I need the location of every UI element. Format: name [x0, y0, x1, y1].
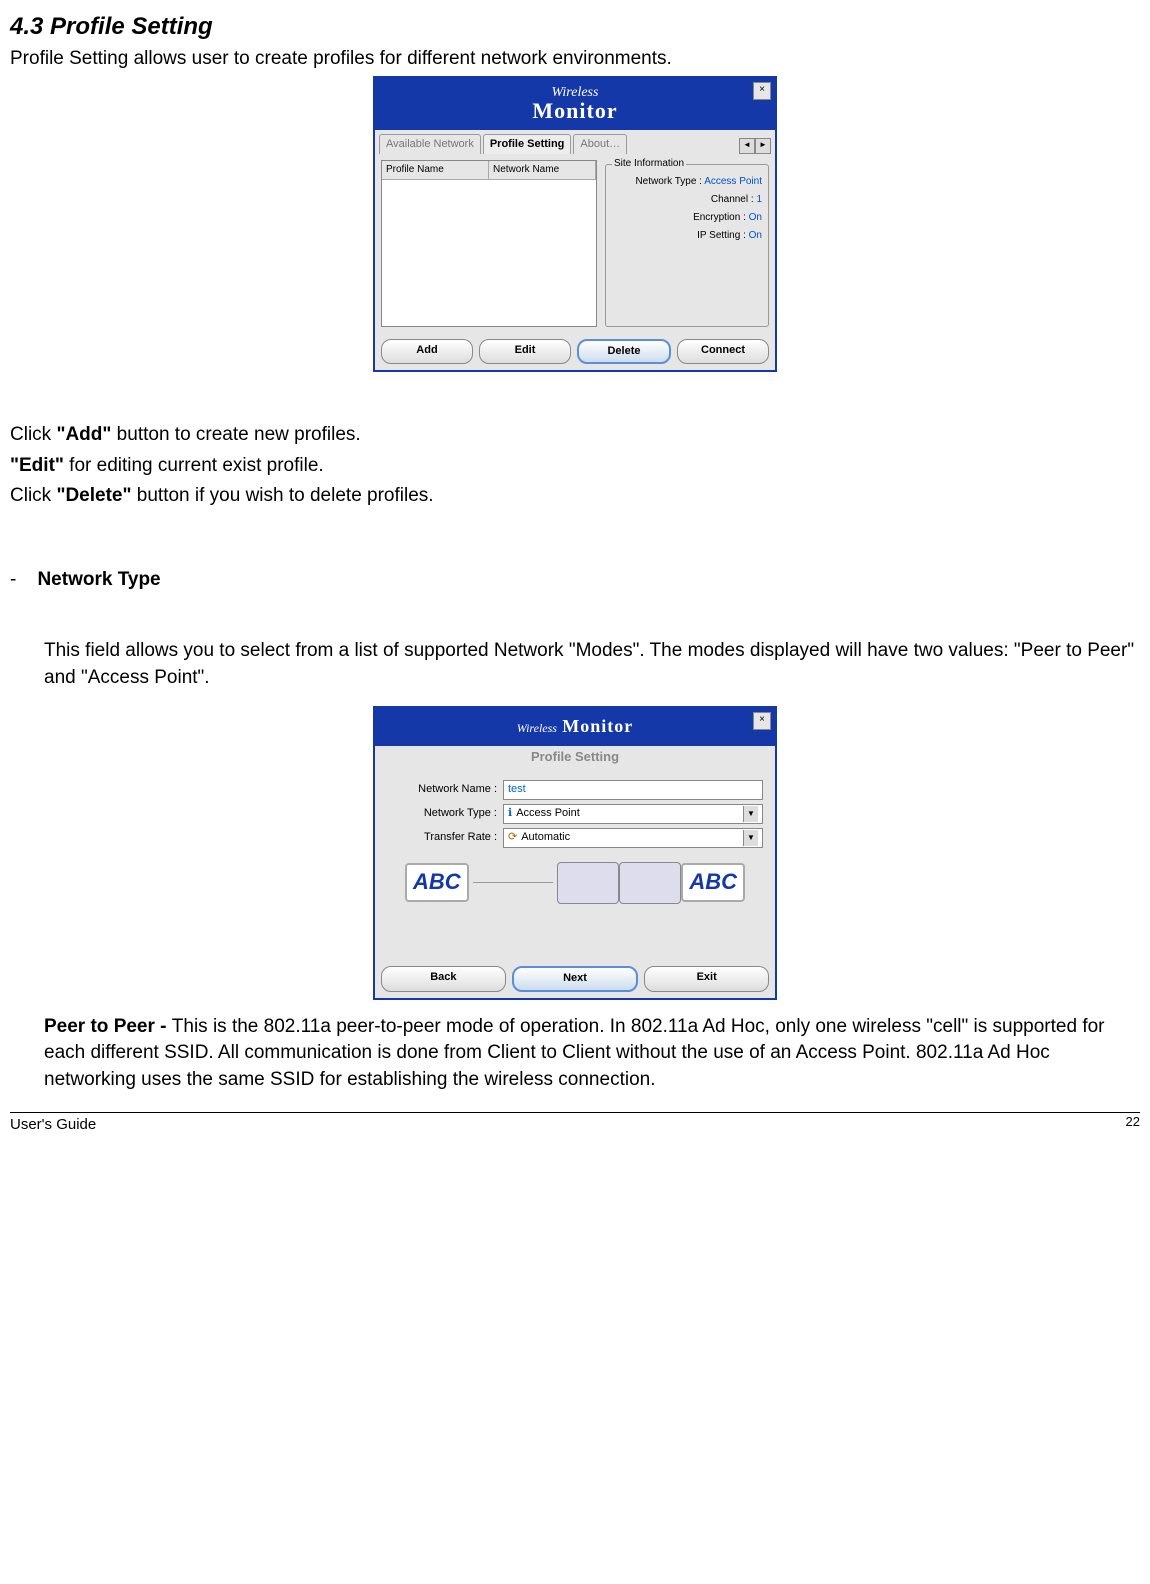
tab-strip: Available Network Profile Setting About…… — [375, 130, 775, 154]
connect-button[interactable]: Connect — [677, 339, 769, 364]
label: Encryption : — [693, 212, 746, 223]
row-encryption: Encryption : On — [612, 211, 762, 225]
text: Click — [10, 424, 56, 445]
logo-text-2: Monitor — [562, 716, 633, 736]
add-button[interactable]: Add — [381, 339, 473, 364]
chevron-down-icon: ▼ — [743, 806, 758, 822]
row-transfer-rate: Transfer Rate : ⟳ Automatic ▼ — [387, 828, 763, 848]
label: IP Setting : — [697, 230, 746, 241]
instruction-delete: Click "Delete" button if you wish to del… — [10, 483, 1140, 510]
value: 1 — [756, 194, 762, 205]
tab-available-network[interactable]: Available Network — [379, 134, 481, 154]
value: Access Point — [512, 806, 743, 821]
footer-doc-name: User's Guide — [10, 1114, 96, 1135]
wireless-monitor-window-2: Wireless Monitor × Profile Setting Netwo… — [373, 706, 777, 1000]
label-network-name: Network Name : — [387, 782, 497, 797]
graphic-area: ABC ABC — [387, 852, 763, 914]
title-bar: Wireless Monitor × — [375, 708, 775, 746]
button-row: Back Next Exit — [375, 960, 775, 997]
label-transfer-rate: Transfer Rate : — [387, 830, 497, 845]
intro-text: Profile Setting allows user to create pr… — [10, 46, 1140, 73]
label: Network Type : — [635, 176, 702, 187]
bold-add: "Add" — [56, 424, 111, 445]
button-row: Add Edit Delete Connect — [375, 333, 775, 370]
peer-to-peer-description: Peer to Peer - This is the 802.11a peer-… — [44, 1014, 1140, 1094]
tab-arrow-right[interactable]: ► — [755, 138, 771, 154]
title-bar: Wireless Monitor × — [375, 78, 775, 130]
dash: - — [10, 569, 16, 590]
list-header: Profile Name Network Name — [382, 161, 596, 180]
content-area: Profile Name Network Name Site Informati… — [375, 154, 775, 333]
close-button[interactable]: × — [753, 712, 771, 730]
network-type-bullet: - Network Type — [10, 567, 1140, 594]
edit-button[interactable]: Edit — [479, 339, 571, 364]
row-network-type: Network Type : Access Point — [612, 175, 762, 189]
wireless-monitor-window-1: Wireless Monitor × Available Network Pro… — [373, 76, 777, 372]
text: Click — [10, 485, 56, 506]
connection-line — [473, 882, 554, 883]
tab-profile-setting[interactable]: Profile Setting — [483, 134, 572, 154]
network-type-description: This field allows you to select from a l… — [44, 638, 1140, 691]
app-logo: Wireless Monitor — [517, 717, 633, 736]
footer-rule — [10, 1112, 1140, 1113]
network-name-input[interactable]: test — [503, 780, 763, 800]
bold-edit: "Edit" — [10, 455, 64, 476]
p2p-label: Peer to Peer - — [44, 1016, 172, 1037]
logo-text-1: Wireless — [517, 721, 557, 735]
tab-arrow-left[interactable]: ◄ — [739, 138, 755, 154]
instruction-add: Click "Add" button to create new profile… — [10, 422, 1140, 449]
bold-delete: "Delete" — [56, 485, 131, 506]
profile-list[interactable]: Profile Name Network Name — [381, 160, 597, 327]
next-button[interactable]: Next — [512, 966, 639, 991]
value: test — [508, 782, 526, 797]
row-channel: Channel : 1 — [612, 193, 762, 207]
logo-text-2: Monitor — [532, 100, 617, 122]
instruction-edit: "Edit" for editing current exist profile… — [10, 453, 1140, 480]
p2p-text: This is the 802.11a peer-to-peer mode of… — [44, 1016, 1105, 1090]
row-network-type: Network Type : ℹ Access Point ▼ — [387, 804, 763, 824]
laptop-icon — [557, 862, 619, 904]
transfer-rate-select[interactable]: ⟳ Automatic ▼ — [503, 828, 763, 848]
chevron-down-icon: ▼ — [743, 830, 758, 846]
text: button if you wish to delete profiles. — [132, 485, 434, 506]
value: Access Point — [704, 176, 762, 187]
delete-button[interactable]: Delete — [577, 339, 671, 364]
value: Automatic — [517, 830, 743, 845]
site-information-group: Site Information Network Type : Access P… — [605, 164, 769, 327]
tab-nav: ◄ ► — [739, 138, 771, 154]
label-network-type: Network Type : — [387, 806, 497, 821]
app-logo: Wireless Monitor — [532, 86, 617, 122]
tab-about[interactable]: About… — [573, 134, 627, 154]
form-area: Network Name : test Network Type : ℹ Acc… — [375, 768, 775, 960]
label: Channel : — [711, 194, 754, 205]
site-info-title: Site Information — [612, 157, 686, 171]
footer-page-number: 22 — [1126, 1113, 1140, 1131]
dialog-subtitle: Profile Setting — [375, 746, 775, 768]
col-profile-name: Profile Name — [382, 161, 489, 179]
network-type-heading: Network Type — [37, 569, 160, 590]
value: On — [749, 212, 762, 223]
exit-button[interactable]: Exit — [644, 966, 769, 991]
back-button[interactable]: Back — [381, 966, 506, 991]
auto-icon: ⟳ — [508, 830, 517, 845]
network-type-select[interactable]: ℹ Access Point ▼ — [503, 804, 763, 824]
section-heading: 4.3 Profile Setting — [10, 10, 1140, 44]
close-button[interactable]: × — [753, 82, 771, 100]
text: button to create new profiles. — [111, 424, 360, 445]
abc-right-icon: ABC — [681, 863, 745, 902]
access-point-icon — [619, 862, 681, 904]
col-network-name: Network Name — [489, 161, 596, 179]
text: for editing current exist profile. — [64, 455, 324, 476]
row-network-name: Network Name : test — [387, 780, 763, 800]
row-ip-setting: IP Setting : On — [612, 229, 762, 243]
abc-left-icon: ABC — [405, 863, 469, 902]
value: On — [749, 230, 762, 241]
